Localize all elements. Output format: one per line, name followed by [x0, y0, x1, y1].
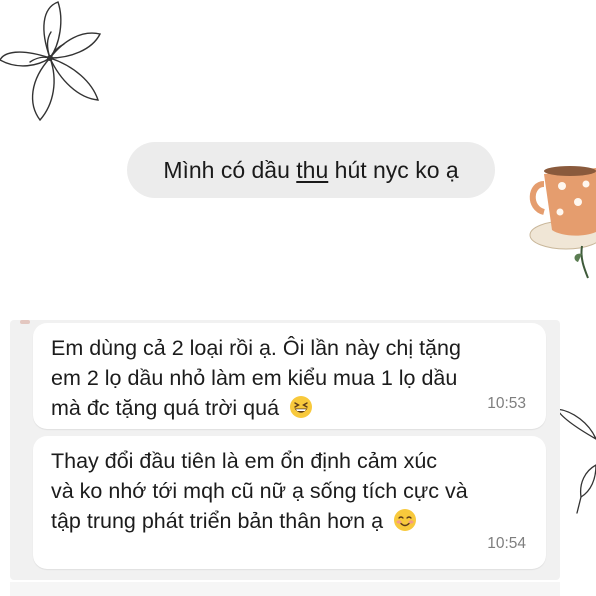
message-timestamp: 10:53	[487, 395, 526, 412]
message-line: mà đc tặng quá trời quá	[51, 396, 280, 420]
teacup-icon	[529, 166, 596, 279]
message-line-wrapper: tập trung phát triển bản thân hơn ạ	[51, 506, 530, 536]
flower-sketch-icon	[0, 1, 102, 122]
prompt-text-after: hút nyc ko ạ	[328, 156, 459, 183]
prompt-text-before: Mình có dầu	[163, 156, 297, 183]
leaf-sketch-icon	[555, 408, 596, 514]
prompt-bubble: Mình có dầu thu hút nyc ko ạ	[127, 142, 495, 198]
chat-message[interactable]: Thay đổi đầu tiên là em ổn định cảm xúc …	[33, 436, 546, 569]
chat-top-marker	[20, 320, 30, 324]
message-timestamp: 10:54	[487, 535, 526, 552]
message-line-wrapper: mà đc tặng quá trời quá	[51, 393, 530, 423]
prompt-text-underlined: thu	[296, 156, 329, 183]
message-line: và ko nhớ tới mqh cũ nữ ạ sống tích cực …	[51, 479, 468, 503]
message-line: em 2 lọ dầu nhỏ làm em kiểu mua 1 lọ dầu	[51, 366, 458, 390]
message-line: Thay đổi đầu tiên là em ổn định cảm xúc	[51, 449, 438, 473]
grinning-squinting-face-icon	[290, 396, 313, 418]
smiling-face-icon	[394, 509, 417, 531]
chat-bottom-edge	[10, 582, 560, 596]
message-line: tập trung phát triển bản thân hơn ạ	[51, 509, 384, 533]
message-line: Em dùng cả 2 loại rồi ạ. Ôi lần này chị …	[51, 336, 461, 360]
chat-message[interactable]: Em dùng cả 2 loại rồi ạ. Ôi lần này chị …	[33, 323, 546, 429]
